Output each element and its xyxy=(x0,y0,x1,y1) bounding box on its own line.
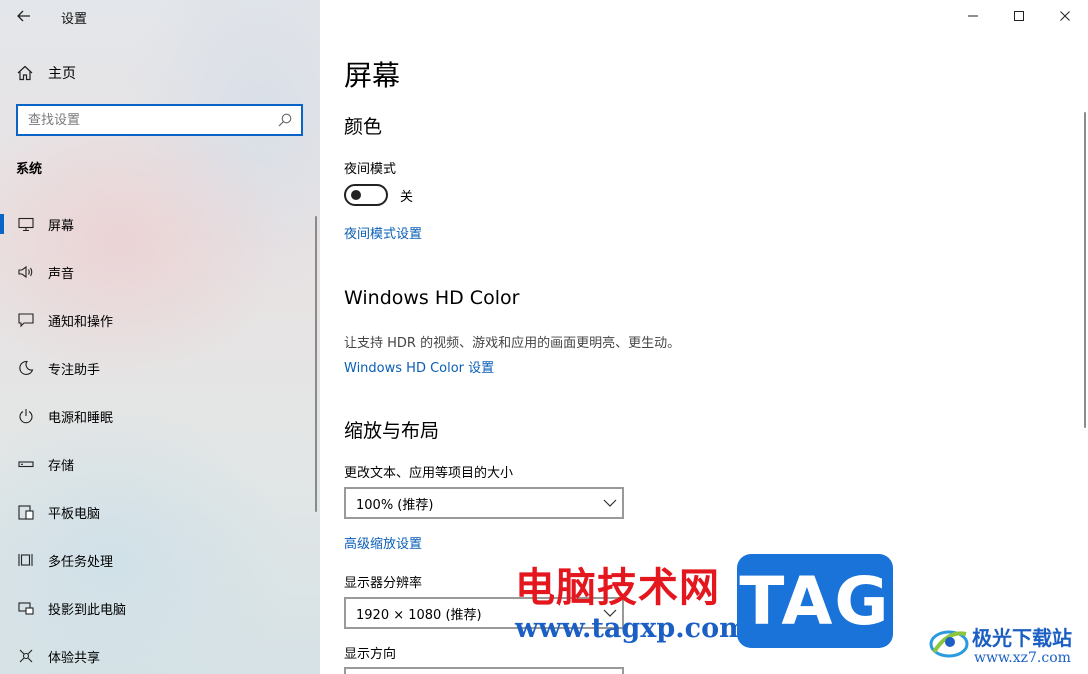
night-mode-settings-link[interactable]: 夜间模式设置 xyxy=(344,223,422,242)
notification-icon xyxy=(16,310,36,330)
night-mode-state: 关 xyxy=(400,189,414,205)
watermark-logo: 极光下载站 www.xz7.com xyxy=(928,620,1084,670)
watermark-site-url: www.tagxp.com xyxy=(515,613,748,644)
section-title: 系统 xyxy=(16,162,43,177)
sidebar-item-label: 平板电脑 xyxy=(48,506,101,522)
sidebar-item-display[interactable]: 屏幕 xyxy=(0,200,320,248)
window-controls xyxy=(950,0,1088,32)
sidebar-item-label: 存储 xyxy=(48,458,75,474)
sidebar-item-label: 声音 xyxy=(48,266,75,282)
speaker-icon xyxy=(16,262,36,282)
home-icon xyxy=(16,63,36,83)
hd-color-heading: Windows HD Color xyxy=(344,287,520,309)
color-heading: 颜色 xyxy=(344,116,383,138)
sidebar-item-label: 专注助手 xyxy=(48,362,101,378)
sidebar-item-label: 多任务处理 xyxy=(48,554,114,570)
watermark-tag-label: TAG xyxy=(739,562,891,640)
sidebar-item-sound[interactable]: 声音 xyxy=(0,248,320,296)
sidebar-item-storage[interactable]: 存储 xyxy=(0,440,320,488)
watermark-site-name: 电脑技术网 xyxy=(515,565,720,611)
sidebar-item-label: 体验共享 xyxy=(48,650,101,666)
sidebar-item-label: 通知和操作 xyxy=(48,314,114,330)
sidebar-item-label: 电源和睡眠 xyxy=(48,410,114,426)
maximize-icon xyxy=(1014,11,1024,21)
scale-value: 100% (推荐) xyxy=(356,497,434,513)
sidebar-item-multitasking[interactable]: 多任务处理 xyxy=(0,536,320,584)
orientation-dropdown[interactable] xyxy=(344,667,624,674)
scale-dropdown[interactable]: 100% (推荐) xyxy=(344,487,624,519)
nav-list: 屏幕 声音 通知和操作 专注助手 电源和睡眠 存储 平板电脑 多任务处理 投影到… xyxy=(0,200,320,674)
chevron-down-icon xyxy=(598,499,622,507)
watermark-logo-name: 极光下载站 xyxy=(972,626,1072,650)
search-input[interactable] xyxy=(18,106,278,134)
scale-label: 更改文本、应用等项目的大小 xyxy=(344,466,514,481)
sidebar-item-tablet[interactable]: 平板电脑 xyxy=(0,488,320,536)
page-title: 屏幕 xyxy=(344,59,401,92)
home-nav-item[interactable]: 主页 xyxy=(16,62,76,84)
watermark-tag-badge: TAG xyxy=(737,554,893,648)
project-icon xyxy=(16,598,36,618)
night-mode-toggle-row: 关 xyxy=(344,184,413,206)
sidebar-item-power-sleep[interactable]: 电源和睡眠 xyxy=(0,392,320,440)
close-icon xyxy=(1060,11,1070,21)
storage-icon xyxy=(16,454,36,474)
hd-color-description: 让支持 HDR 的视频、游戏和应用的画面更明亮、更生动。 xyxy=(344,336,681,351)
search-box[interactable] xyxy=(16,104,303,136)
app-title: 设置 xyxy=(61,12,88,27)
home-label: 主页 xyxy=(48,66,76,82)
hd-color-settings-link[interactable]: Windows HD Color 设置 xyxy=(344,357,494,376)
watermark-logo-url: www.xz7.com xyxy=(974,650,1071,666)
sidebar-item-label: 屏幕 xyxy=(48,218,75,234)
tablet-icon xyxy=(16,502,36,522)
aurora-logo-icon xyxy=(929,630,969,658)
night-mode-toggle[interactable] xyxy=(344,184,388,206)
back-arrow-icon xyxy=(17,10,30,22)
resolution-label: 显示器分辨率 xyxy=(344,576,423,591)
maximize-button[interactable] xyxy=(996,0,1042,32)
monitor-icon xyxy=(16,214,36,234)
advanced-scaling-link[interactable]: 高级缩放设置 xyxy=(344,533,422,552)
scale-layout-heading: 缩放与布局 xyxy=(344,420,440,442)
sidebar-item-focus-assist[interactable]: 专注助手 xyxy=(0,344,320,392)
power-icon xyxy=(16,406,36,426)
sidebar-item-project[interactable]: 投影到此电脑 xyxy=(0,584,320,632)
night-mode-label: 夜间模式 xyxy=(344,162,397,177)
sidebar: 设置 主页 系统 屏幕 声音 xyxy=(0,0,320,674)
main-scrollbar[interactable] xyxy=(1084,112,1086,428)
share-icon xyxy=(16,646,36,666)
minimize-icon xyxy=(968,15,978,17)
close-button[interactable] xyxy=(1042,0,1088,32)
minimize-button[interactable] xyxy=(950,0,996,32)
sidebar-scrollbar[interactable] xyxy=(315,216,317,512)
orientation-label: 显示方向 xyxy=(344,647,397,662)
back-button[interactable] xyxy=(10,4,38,28)
moon-icon xyxy=(16,358,36,378)
sidebar-item-label: 投影到此电脑 xyxy=(48,602,127,618)
sidebar-item-shared-experiences[interactable]: 体验共享 xyxy=(0,632,320,674)
multitask-icon xyxy=(16,550,36,570)
search-icon[interactable] xyxy=(277,112,293,132)
sidebar-item-notifications[interactable]: 通知和操作 xyxy=(0,296,320,344)
